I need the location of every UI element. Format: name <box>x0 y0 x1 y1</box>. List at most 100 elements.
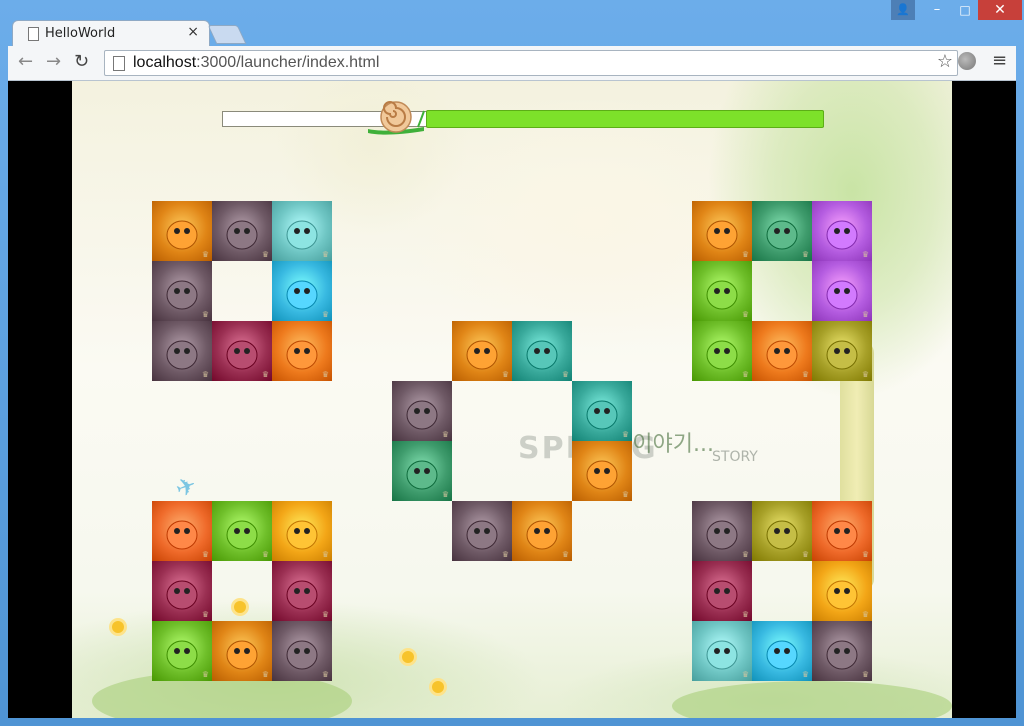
tile-duck[interactable]: ♛ <box>152 201 212 261</box>
crown-icon: ♛ <box>741 610 749 619</box>
tile-sunny[interactable]: ♛ <box>812 561 872 621</box>
reload-icon[interactable]: ↻ <box>74 52 89 72</box>
tile-sprout[interactable]: ♛ <box>212 501 272 561</box>
crown-icon: ♛ <box>861 370 869 379</box>
tile-spider[interactable]: ♛ <box>152 321 212 381</box>
tile-dragon[interactable]: ♛ <box>752 201 812 261</box>
bush <box>672 681 952 718</box>
tile-sprout[interactable]: ♛ <box>692 321 752 381</box>
tile-spider[interactable]: ♛ <box>392 381 452 441</box>
crown-icon: ♛ <box>201 310 209 319</box>
crown-icon: ♛ <box>201 250 209 259</box>
crown-icon: ♛ <box>861 610 869 619</box>
tile-spider[interactable]: ♛ <box>812 621 872 681</box>
crown-icon: ♛ <box>261 670 269 679</box>
user-button[interactable]: 👤 <box>891 0 915 20</box>
url-path: :3000/launcher/index.html <box>196 54 380 71</box>
tile-fox[interactable]: ♛ <box>812 501 872 561</box>
tile-beet[interactable]: ♛ <box>692 561 752 621</box>
tile-blueblob[interactable]: ♛ <box>752 621 812 681</box>
tile-fox[interactable]: ♛ <box>152 501 212 561</box>
bird-icon: ✈ <box>171 470 201 504</box>
tile-spider[interactable]: ♛ <box>692 501 752 561</box>
new-tab-button[interactable] <box>207 25 247 44</box>
tile-beet[interactable]: ♛ <box>212 321 272 381</box>
game-canvas[interactable]: ✈ SPRING 봄이야기... STORY ♛♛♛♛♛♛♛♛♛♛♛♛♛♛♛♛♛… <box>72 81 952 718</box>
maximize-button[interactable]: □ <box>952 0 978 20</box>
browser-tab[interactable]: HelloWorld × <box>12 20 210 47</box>
tile-spider[interactable]: ♛ <box>272 621 332 681</box>
close-window-button[interactable]: ✕ <box>978 0 1022 20</box>
tile-duck[interactable]: ♛ <box>512 501 572 561</box>
crown-icon: ♛ <box>861 250 869 259</box>
forward-arrow-icon[interactable]: → <box>46 52 61 72</box>
tab-close-icon[interactable]: × <box>187 24 199 40</box>
crown-icon: ♛ <box>201 670 209 679</box>
tile-slug[interactable]: ♛ <box>812 321 872 381</box>
tile-sunny[interactable]: ♛ <box>272 501 332 561</box>
flower <box>432 681 444 693</box>
address-bar[interactable]: localhost:3000/launcher/index.html ☆ <box>104 50 958 76</box>
tile-beet[interactable]: ♛ <box>272 561 332 621</box>
crown-icon: ♛ <box>561 370 569 379</box>
tile-spider[interactable]: ♛ <box>452 501 512 561</box>
page-icon <box>28 27 39 41</box>
crown-icon: ♛ <box>201 370 209 379</box>
crown-icon: ♛ <box>741 670 749 679</box>
tile-bear[interactable]: ♛ <box>272 201 332 261</box>
crown-icon: ♛ <box>861 310 869 319</box>
snail-icon <box>368 101 425 135</box>
tile-pumpkin[interactable]: ♛ <box>272 321 332 381</box>
tile-octopus[interactable]: ♛ <box>812 201 872 261</box>
crown-icon: ♛ <box>741 370 749 379</box>
menu-icon[interactable]: ≡ <box>992 50 1007 71</box>
globe-icon[interactable] <box>958 52 976 70</box>
tile-slug[interactable]: ♛ <box>752 501 812 561</box>
tile-spider[interactable]: ♛ <box>212 201 272 261</box>
browser-toolbar: ← → ↻ localhost:3000/launcher/index.html… <box>8 46 1016 81</box>
crown-icon: ♛ <box>321 670 329 679</box>
crown-icon: ♛ <box>861 670 869 679</box>
tile-dragon[interactable]: ♛ <box>392 441 452 501</box>
tile-duck[interactable]: ♛ <box>692 201 752 261</box>
tile-octopus[interactable]: ♛ <box>812 261 872 321</box>
crown-icon: ♛ <box>261 250 269 259</box>
crown-icon: ♛ <box>501 550 509 559</box>
flower <box>234 601 246 613</box>
back-arrow-icon[interactable]: ← <box>18 52 33 72</box>
crown-icon: ♛ <box>801 670 809 679</box>
crown-icon: ♛ <box>201 550 209 559</box>
crown-icon: ♛ <box>801 250 809 259</box>
crown-icon: ♛ <box>261 550 269 559</box>
tile-fish[interactable]: ♛ <box>512 321 572 381</box>
url-host: localhost <box>133 54 197 71</box>
crown-icon: ♛ <box>321 250 329 259</box>
crown-icon: ♛ <box>501 370 509 379</box>
tile-beet[interactable]: ♛ <box>152 561 212 621</box>
crown-icon: ♛ <box>801 370 809 379</box>
crown-icon: ♛ <box>561 550 569 559</box>
tile-duck[interactable]: ♛ <box>452 321 512 381</box>
crown-icon: ♛ <box>321 550 329 559</box>
tile-bear[interactable]: ♛ <box>692 621 752 681</box>
tile-duck[interactable]: ♛ <box>212 621 272 681</box>
tile-sprout[interactable]: ♛ <box>692 261 752 321</box>
crown-icon: ♛ <box>621 490 629 499</box>
crown-icon: ♛ <box>741 310 749 319</box>
tile-blueblob[interactable]: ♛ <box>272 261 332 321</box>
tile-duck[interactable]: ♛ <box>572 441 632 501</box>
tile-pumpkin[interactable]: ♛ <box>752 321 812 381</box>
page-icon <box>113 56 125 71</box>
tile-spider[interactable]: ♛ <box>152 261 212 321</box>
minimize-button[interactable]: – <box>924 0 950 20</box>
crown-icon: ♛ <box>441 430 449 439</box>
crown-icon: ♛ <box>741 550 749 559</box>
background-watermark-small: STORY <box>712 449 758 465</box>
tab-title: HelloWorld <box>45 26 116 41</box>
crown-icon: ♛ <box>861 550 869 559</box>
tile-sprout[interactable]: ♛ <box>152 621 212 681</box>
tile-fish[interactable]: ♛ <box>572 381 632 441</box>
flower <box>112 621 124 633</box>
url-text[interactable]: localhost:3000/launcher/index.html <box>133 54 379 72</box>
bookmark-star-icon[interactable]: ☆ <box>937 51 953 73</box>
